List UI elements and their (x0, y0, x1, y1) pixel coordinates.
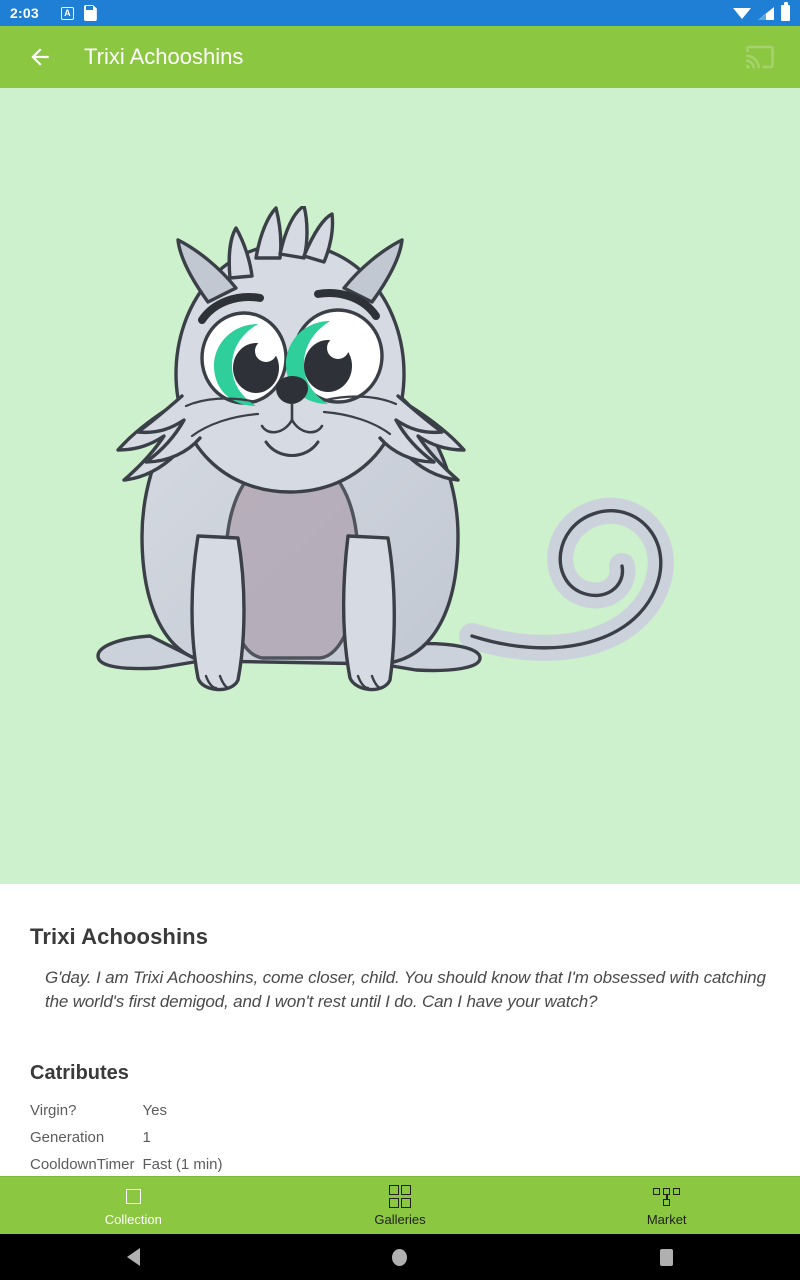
cast-button[interactable] (738, 35, 782, 79)
status-clock: 2:03 (10, 5, 39, 21)
page-title: Trixi Achooshins (84, 44, 244, 69)
table-row: Generation 1 (30, 1124, 223, 1151)
home-circle-icon (392, 1248, 408, 1266)
hierarchy-tree-icon (653, 1186, 681, 1208)
catributes-table: Virgin? Yes Generation 1 CooldownTimer F… (30, 1097, 223, 1176)
alarm-a-badge-icon: A (60, 6, 74, 20)
cellular-signal-icon (758, 6, 774, 20)
battery-icon (781, 2, 790, 21)
nav-item-collection[interactable]: Collection (0, 1177, 267, 1234)
grid-four-squares-icon (388, 1185, 412, 1208)
cast-icon (746, 45, 774, 69)
nav-label-collection: Collection (104, 1211, 162, 1227)
kitty-details-section: Trixi Achooshins G'day. I am Trixi Achoo… (0, 884, 800, 1176)
single-square-icon (125, 1186, 141, 1208)
status-bar: 2:03 A (0, 0, 800, 26)
status-bar-right (733, 2, 790, 21)
app-bar: Trixi Achooshins (0, 26, 800, 88)
app-root: 2:03 A Trixi Achooshins Trixi Achooshins… (0, 0, 800, 1280)
sd-card-icon (84, 5, 97, 21)
catributes-heading: Catributes (30, 1062, 129, 1085)
nav-label-galleries: Galleries (374, 1211, 426, 1227)
catribute-value: Fast (1 min) (142, 1156, 223, 1174)
arrow-left-icon (31, 48, 49, 66)
catribute-key: Virgin? (30, 1102, 77, 1120)
catribute-value: Yes (142, 1102, 167, 1120)
kitty-name: Trixi Achooshins (30, 924, 209, 949)
catribute-key: CooldownTimer (30, 1156, 135, 1174)
cryptokitty-illustration (96, 206, 674, 692)
wifi-icon (733, 6, 751, 20)
system-navigation-bar (0, 1234, 800, 1280)
nav-item-market[interactable]: Market (533, 1177, 800, 1234)
nav-item-galleries[interactable]: Galleries (267, 1177, 534, 1234)
recents-square-icon (660, 1248, 674, 1266)
catribute-key: Generation (30, 1129, 105, 1147)
table-row: Virgin? Yes (30, 1097, 223, 1124)
system-back-button[interactable] (1, 1234, 265, 1280)
bottom-navigation: Collection Galleries Market (0, 1176, 800, 1234)
system-home-button[interactable] (268, 1234, 532, 1280)
catribute-value: 1 (142, 1129, 151, 1147)
table-row: CooldownTimer Fast (1 min) (30, 1151, 223, 1176)
nav-label-market: Market (646, 1211, 687, 1227)
kitty-bio: G'day. I am Trixi Achooshins, come close… (45, 968, 766, 1012)
kitty-artwork-hero (0, 88, 800, 884)
system-recents-button[interactable] (535, 1234, 799, 1280)
back-triangle-icon (126, 1248, 140, 1266)
status-bar-left: 2:03 A (10, 5, 97, 21)
back-button[interactable] (18, 35, 62, 79)
